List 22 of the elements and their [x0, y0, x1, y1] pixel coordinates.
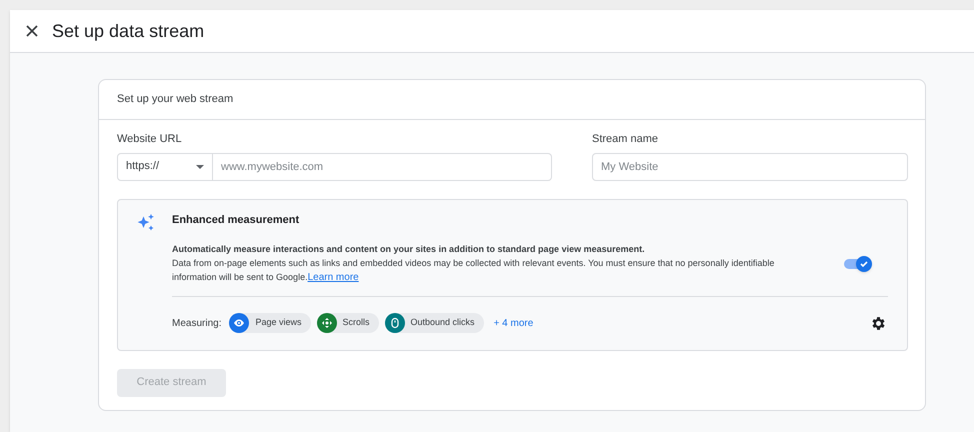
description-text: Automatically measure interactions and content on your sites in addition to standard page view measurement. Data from on-page elements such as links and embedded videos may be collected with relevant events. You must ensure that no personally identifiable information will be sent to Google.Learn more [172, 243, 776, 285]
stream-name-field[interactable]: My Website [592, 152, 908, 180]
measurement-chip: Outbound clicks [384, 313, 484, 333]
caret-icon [196, 164, 204, 168]
card-title: Set up your web stream [117, 92, 234, 108]
close-button[interactable] [24, 23, 40, 39]
field-label: Website URL [117, 132, 183, 147]
measuring-label: Measuring: [172, 316, 222, 330]
section-title: Enhanced measurement [172, 212, 300, 228]
protocol-dropdown[interactable]: https:// [117, 152, 213, 180]
close-icon [25, 24, 39, 38]
field-label: Stream name [592, 132, 660, 147]
toggle-switch[interactable] [842, 256, 872, 272]
measurement-chip: Page views [229, 313, 310, 333]
check-icon [859, 258, 869, 268]
more-link[interactable]: + 4 more [494, 316, 534, 330]
measurement-chip: Scrolls [316, 313, 379, 333]
sparkle-icon [136, 212, 156, 232]
dialog-title: Set up data stream [52, 20, 204, 43]
url-field[interactable]: www.mywebsite.com [213, 152, 552, 180]
settings-icon[interactable] [870, 314, 887, 332]
learn-more-link[interactable]: Learn more [308, 272, 359, 283]
